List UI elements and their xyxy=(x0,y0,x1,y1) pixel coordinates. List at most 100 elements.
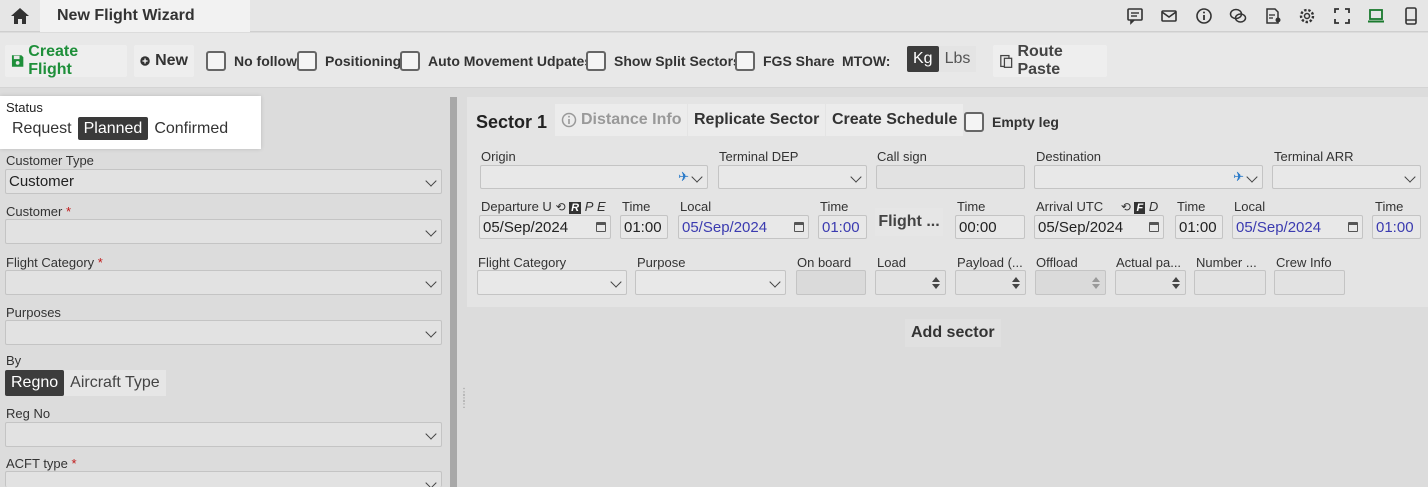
spinner-down-icon[interactable] xyxy=(1012,284,1020,289)
departure-date-input[interactable]: 05/Sep/2024 xyxy=(479,215,611,239)
arr-badge-d[interactable]: D xyxy=(1149,199,1158,214)
conversation-button[interactable] xyxy=(1221,0,1256,32)
top-icon-bar xyxy=(1118,0,1428,32)
status-option-confirmed[interactable]: Confirmed xyxy=(148,117,234,140)
by-option-regno[interactable]: Regno xyxy=(5,370,65,396)
spinner-up-icon[interactable] xyxy=(932,277,940,282)
spinner-up-icon[interactable] xyxy=(1012,277,1020,282)
offload-label: Offload xyxy=(1036,255,1078,270)
spinner-down-icon[interactable] xyxy=(1092,284,1100,289)
sector-flight-category-select[interactable] xyxy=(477,270,627,295)
panel-splitter[interactable] xyxy=(450,97,457,487)
mobile-view-button[interactable] xyxy=(1394,0,1428,32)
add-sector-button[interactable]: Add sector xyxy=(905,319,1001,347)
acft-type-select[interactable] xyxy=(5,471,442,487)
terminal-dep-label: Terminal DEP xyxy=(719,149,799,164)
settings-button[interactable] xyxy=(1290,0,1325,32)
arr-badge-f[interactable]: F xyxy=(1134,202,1146,214)
customer-select[interactable] xyxy=(5,219,442,244)
departure-local-time-input[interactable]: 01:00 xyxy=(818,215,867,239)
chat-button[interactable] xyxy=(1118,0,1153,32)
spinner-down-icon[interactable] xyxy=(1172,284,1180,289)
dep-badge-p[interactable]: P xyxy=(585,199,594,214)
positioning-option[interactable]: Positioning xyxy=(297,45,401,77)
history-icon[interactable]: ⟲ xyxy=(1121,200,1131,214)
arrival-date-input[interactable]: 05/Sep/2024 xyxy=(1034,215,1164,239)
no-follow-checkbox[interactable] xyxy=(206,51,226,71)
create-schedule-button[interactable]: Create Schedule xyxy=(826,104,964,136)
lbs-option[interactable]: Lbs xyxy=(938,46,977,72)
new-button[interactable]: New xyxy=(134,45,194,77)
show-split-sectors-checkbox[interactable] xyxy=(586,51,606,71)
home-button[interactable] xyxy=(0,0,40,32)
calendar-icon[interactable] xyxy=(596,222,606,232)
purpose-select[interactable] xyxy=(635,270,786,295)
empty-leg-option[interactable]: Empty leg xyxy=(964,112,1059,132)
departure-date-value: 05/Sep/2024 xyxy=(483,218,569,236)
arrival-local-date-input[interactable]: 05/Sep/2024 xyxy=(1232,215,1363,239)
show-split-sectors-option[interactable]: Show Split Sectors xyxy=(586,45,741,77)
calendar-icon[interactable] xyxy=(794,222,804,232)
terminal-dep-select[interactable] xyxy=(718,165,867,189)
customer-type-label: Customer Type xyxy=(6,153,94,168)
replicate-sector-button[interactable]: Replicate Sector xyxy=(688,104,826,136)
status-option-request[interactable]: Request xyxy=(6,117,78,140)
history-icon[interactable]: ⟲ xyxy=(555,200,565,214)
departure-local-date-input[interactable]: 05/Sep/2024 xyxy=(678,215,809,239)
origin-select[interactable]: ✈ xyxy=(480,165,708,189)
plus-circle-icon xyxy=(140,56,150,66)
flight-category-select[interactable] xyxy=(5,270,442,295)
load-input[interactable] xyxy=(875,270,946,295)
arrival-plane-icon: ✈ xyxy=(1233,169,1244,184)
customer-type-select[interactable]: Customer xyxy=(5,169,442,194)
info-button[interactable] xyxy=(1187,0,1222,32)
arrival-utc-label-text: Arrival UTC xyxy=(1036,199,1104,214)
spinner-up-icon[interactable] xyxy=(1172,277,1180,282)
flight-time-input[interactable]: 00:00 xyxy=(955,215,1025,239)
arrival-local-date-value: 05/Sep/2024 xyxy=(1236,218,1322,236)
call-sign-label: Call sign xyxy=(877,149,927,164)
number-input[interactable] xyxy=(1194,270,1266,295)
by-option-aircraft-type[interactable]: Aircraft Type xyxy=(64,370,166,396)
positioning-checkbox[interactable] xyxy=(297,51,317,71)
tab-new-flight-wizard[interactable]: New Flight Wizard xyxy=(40,0,250,32)
splitter-grip-icon[interactable]: ⋮ ⋮ ⋮ xyxy=(459,388,469,426)
kg-option[interactable]: Kg xyxy=(907,46,939,72)
route-paste-button[interactable]: Route Paste xyxy=(993,43,1107,78)
calendar-icon[interactable] xyxy=(1149,222,1159,232)
arrival-local-time-input[interactable]: 01:00 xyxy=(1372,215,1421,239)
empty-leg-checkbox[interactable] xyxy=(964,112,984,132)
mail-button[interactable] xyxy=(1152,0,1187,32)
auto-movement-checkbox[interactable] xyxy=(400,51,420,71)
purposes-select[interactable] xyxy=(5,320,442,345)
distance-info-button[interactable]: Distance Info xyxy=(555,104,688,136)
fullscreen-button[interactable] xyxy=(1325,0,1360,32)
mtow-unit-toggle: Kg Lbs xyxy=(907,46,977,72)
payload-input[interactable] xyxy=(955,270,1026,295)
desktop-view-button[interactable] xyxy=(1359,0,1394,32)
calendar-icon[interactable] xyxy=(1348,222,1358,232)
destination-select[interactable]: ✈ xyxy=(1034,165,1263,189)
dep-badge-e[interactable]: E xyxy=(597,199,606,214)
terminal-arr-select[interactable] xyxy=(1272,165,1421,189)
actual-pax-input[interactable] xyxy=(1115,270,1186,295)
spinner-down-icon[interactable] xyxy=(932,284,940,289)
auto-movement-option[interactable]: Auto Movement Udpates xyxy=(400,45,592,77)
flight-time-button[interactable]: Flight ... xyxy=(875,208,943,236)
flight-time-label: Time xyxy=(957,199,986,214)
distance-info-label: Distance Info xyxy=(581,111,682,128)
call-sign-input[interactable] xyxy=(876,165,1025,189)
fgs-share-option[interactable]: FGS Share xyxy=(735,45,835,77)
report-button[interactable] xyxy=(1256,0,1291,32)
no-follow-option[interactable]: No follow xyxy=(206,45,297,77)
offload-input[interactable] xyxy=(1035,270,1106,295)
reg-no-select[interactable] xyxy=(5,422,442,447)
departure-time-input[interactable]: 01:00 xyxy=(620,215,668,239)
crew-info-input[interactable] xyxy=(1274,270,1345,295)
dep-badge-r[interactable]: R xyxy=(569,202,582,214)
status-option-planned[interactable]: Planned xyxy=(77,117,149,140)
arrival-time-input[interactable]: 01:00 xyxy=(1175,215,1223,239)
create-flight-button[interactable]: Create Flight xyxy=(5,43,127,78)
fgs-share-checkbox[interactable] xyxy=(735,51,755,71)
spinner-up-icon[interactable] xyxy=(1092,277,1100,282)
